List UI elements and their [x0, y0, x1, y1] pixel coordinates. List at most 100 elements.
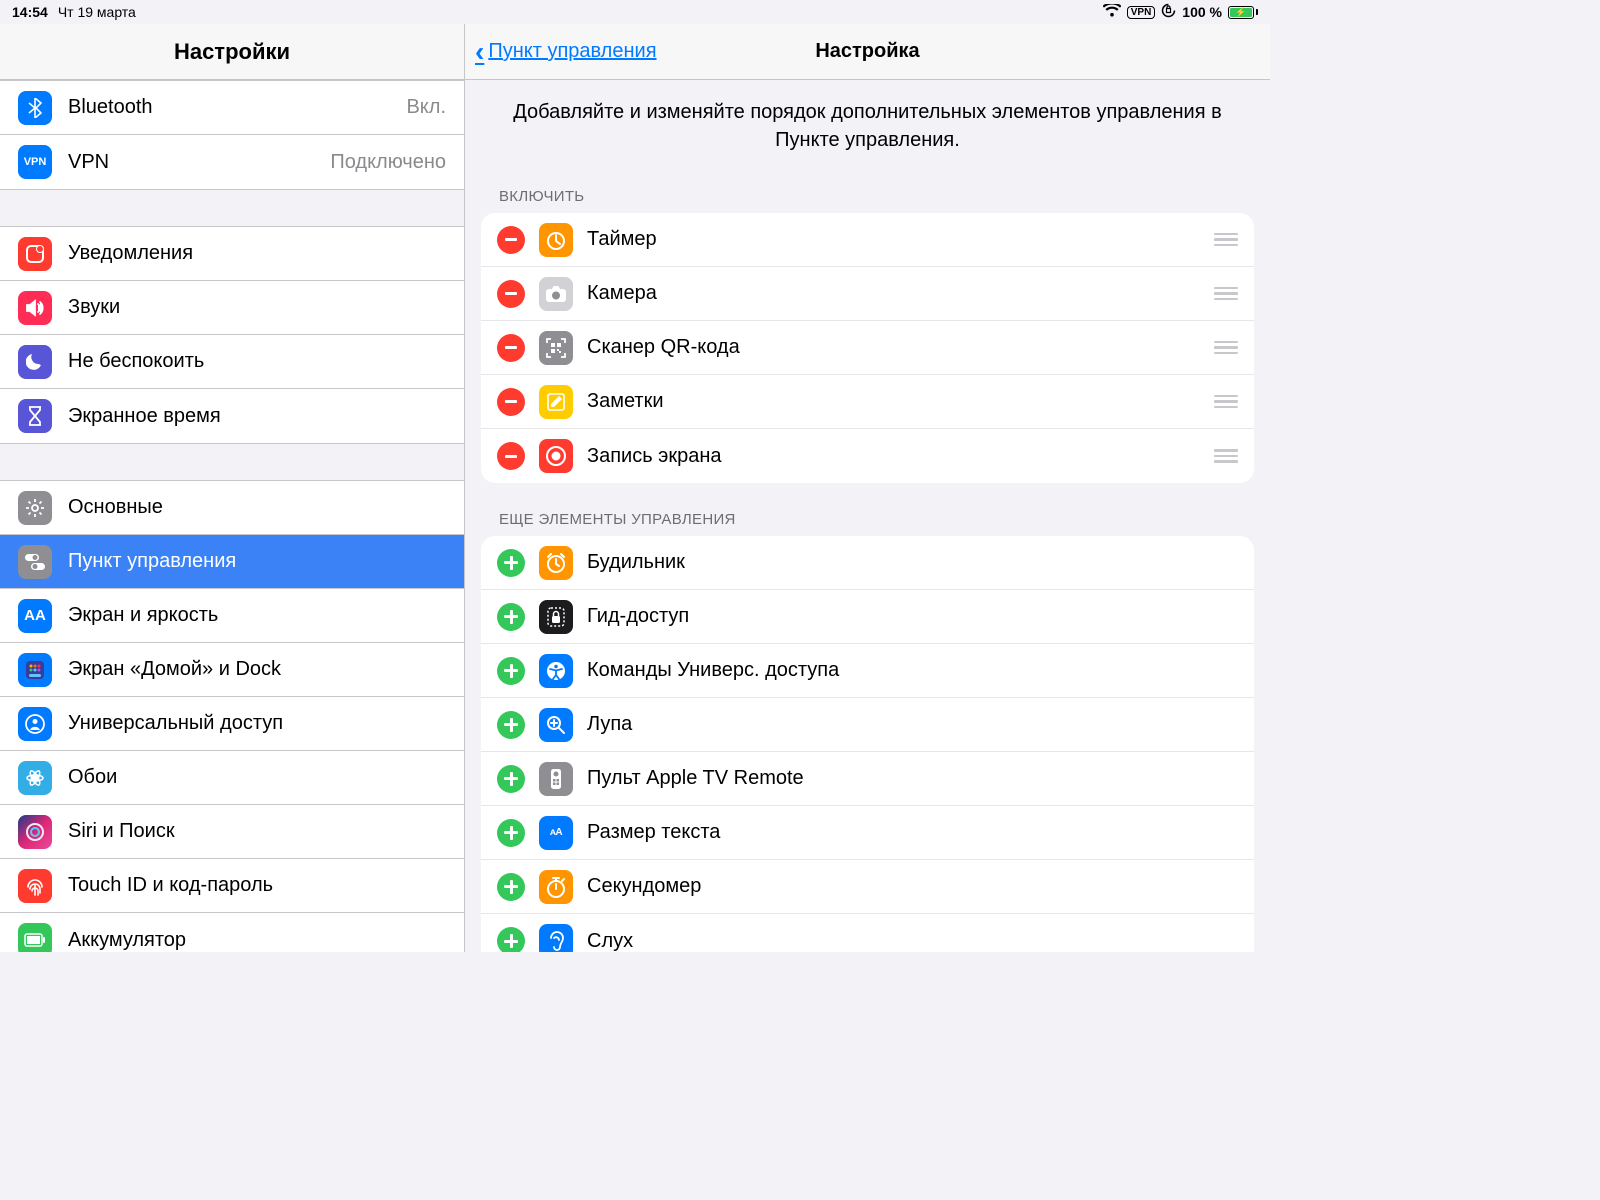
- wifi-icon: [1103, 4, 1121, 20]
- control-row-include-2: Сканер QR-кода: [481, 321, 1254, 375]
- sidebar-item-label: Touch ID и код-пароль: [68, 874, 446, 897]
- back-label: Пункт управления: [488, 40, 656, 63]
- remove-button[interactable]: [497, 442, 525, 470]
- stopwatch-icon: [539, 870, 573, 904]
- gear-icon: [18, 491, 52, 525]
- toggles-icon: [18, 545, 52, 579]
- control-label: Лупа: [587, 713, 1238, 736]
- add-button[interactable]: [497, 873, 525, 901]
- lock-icon: [539, 600, 573, 634]
- add-button[interactable]: [497, 765, 525, 793]
- control-label: Пульт Apple TV Remote: [587, 767, 1238, 790]
- battery-percent: 100 %: [1182, 4, 1222, 20]
- sidebar-item-label: Bluetooth: [68, 96, 390, 119]
- sidebar-item-g3-3[interactable]: Экран «Домой» и Dock: [0, 643, 464, 697]
- remote-icon: [539, 762, 573, 796]
- person-icon: [18, 707, 52, 741]
- control-row-more-7: Слух: [481, 914, 1254, 952]
- control-label: Сканер QR-кода: [587, 336, 1200, 359]
- flower-icon: [18, 761, 52, 795]
- sidebar-item-label: Не беспокоить: [68, 350, 446, 373]
- control-row-more-3: Лупа: [481, 698, 1254, 752]
- remove-button[interactable]: [497, 280, 525, 308]
- sidebar-item-label: Экран и яркость: [68, 604, 446, 627]
- bell-icon: [18, 237, 52, 271]
- control-row-include-4: Запись экрана: [481, 429, 1254, 483]
- battery-icon: ⚡: [1228, 6, 1258, 19]
- vpn-icon: VPN: [18, 145, 52, 179]
- sidebar-item-label: Siri и Поиск: [68, 820, 446, 843]
- control-row-include-0: Таймер: [481, 213, 1254, 267]
- status-date: Чт 19 марта: [58, 4, 136, 20]
- more-section-header: ЕЩЕ ЭЛЕМЕНТЫ УПРАВЛЕНИЯ: [465, 483, 1270, 536]
- sidebar-item-g3-7[interactable]: Touch ID и код-пароль: [0, 859, 464, 913]
- sidebar-item-g3-2[interactable]: AAЭкран и яркость: [0, 589, 464, 643]
- add-button[interactable]: [497, 711, 525, 739]
- add-button[interactable]: [497, 657, 525, 685]
- drag-handle[interactable]: [1214, 392, 1238, 412]
- sidebar-item-label: Аккумулятор: [68, 929, 446, 952]
- sidebar-item-label: Обои: [68, 766, 446, 789]
- add-button[interactable]: [497, 549, 525, 577]
- chevron-left-icon: ‹: [475, 36, 484, 68]
- sidebar-item-label: Основные: [68, 496, 446, 519]
- remove-button[interactable]: [497, 334, 525, 362]
- sidebar-item-g1-1[interactable]: VPNVPNПодключено: [0, 135, 464, 189]
- sidebar-item-g3-0[interactable]: Основные: [0, 481, 464, 535]
- remove-button[interactable]: [497, 226, 525, 254]
- qr-icon: [539, 331, 573, 365]
- drag-handle[interactable]: [1214, 446, 1238, 466]
- detail-description: Добавляйте и изменяйте порядок дополните…: [465, 80, 1270, 160]
- camera-icon: [539, 277, 573, 311]
- finger-icon: [18, 869, 52, 903]
- rec-icon: [539, 439, 573, 473]
- control-row-more-5: ᴀAРазмер текста: [481, 806, 1254, 860]
- sidebar-item-g3-1[interactable]: Пункт управления: [0, 535, 464, 589]
- sidebar-item-label: Пункт управления: [68, 550, 446, 573]
- sidebar-item-label: Универсальный доступ: [68, 712, 446, 735]
- sidebar-item-g3-5[interactable]: Обои: [0, 751, 464, 805]
- sidebar-item-g2-1[interactable]: Звуки: [0, 281, 464, 335]
- drag-handle[interactable]: [1214, 230, 1238, 250]
- sidebar-item-g3-4[interactable]: Универсальный доступ: [0, 697, 464, 751]
- drag-handle[interactable]: [1214, 284, 1238, 304]
- control-label: Гид-доступ: [587, 605, 1238, 628]
- sidebar-item-g2-2[interactable]: Не беспокоить: [0, 335, 464, 389]
- detail-panel: ‹ Пункт управления Настройка Добавляйте …: [465, 24, 1270, 952]
- control-label: Размер текста: [587, 821, 1238, 844]
- moon-icon: [18, 345, 52, 379]
- batt-icon: [18, 923, 52, 952]
- sidebar-item-g1-0[interactable]: Bluetooth Вкл.: [0, 81, 464, 135]
- sidebar-item-label: Экранное время: [68, 405, 446, 428]
- sidebar-item-g2-3[interactable]: Экранное время: [0, 389, 464, 443]
- sidebar-title: Настройки: [0, 24, 464, 80]
- control-row-more-4: Пульт Apple TV Remote: [481, 752, 1254, 806]
- control-row-more-6: Секундомер: [481, 860, 1254, 914]
- sidebar-item-g3-6[interactable]: Siri и Поиск: [0, 805, 464, 859]
- sidebar-item-g3-8[interactable]: Аккумулятор: [0, 913, 464, 952]
- hourglass-icon: [18, 399, 52, 433]
- settings-sidebar: Настройки BluetoothВкл.VPNVPNПодключено …: [0, 24, 465, 952]
- add-button[interactable]: [497, 603, 525, 631]
- control-row-more-0: Будильник: [481, 536, 1254, 590]
- add-button[interactable]: [497, 819, 525, 847]
- vpn-badge: VPN: [1127, 6, 1156, 19]
- status-bar: 14:54 Чт 19 марта VPN 100 % ⚡: [0, 0, 1270, 24]
- access-icon: [539, 654, 573, 688]
- sound-icon: [18, 291, 52, 325]
- drag-handle[interactable]: [1214, 338, 1238, 358]
- control-label: Слух: [587, 930, 1238, 953]
- control-label: Будильник: [587, 551, 1238, 574]
- note-icon: [539, 385, 573, 419]
- alarm-icon: [539, 546, 573, 580]
- sidebar-item-label: Звуки: [68, 296, 446, 319]
- add-button[interactable]: [497, 927, 525, 952]
- remove-button[interactable]: [497, 388, 525, 416]
- detail-header: ‹ Пункт управления Настройка: [465, 24, 1270, 80]
- sidebar-item-value: Вкл.: [406, 96, 446, 119]
- sidebar-item-g2-0[interactable]: Уведомления: [0, 227, 464, 281]
- mag-icon: [539, 708, 573, 742]
- control-row-include-3: Заметки: [481, 375, 1254, 429]
- back-button[interactable]: ‹ Пункт управления: [465, 36, 657, 68]
- control-label: Таймер: [587, 228, 1200, 251]
